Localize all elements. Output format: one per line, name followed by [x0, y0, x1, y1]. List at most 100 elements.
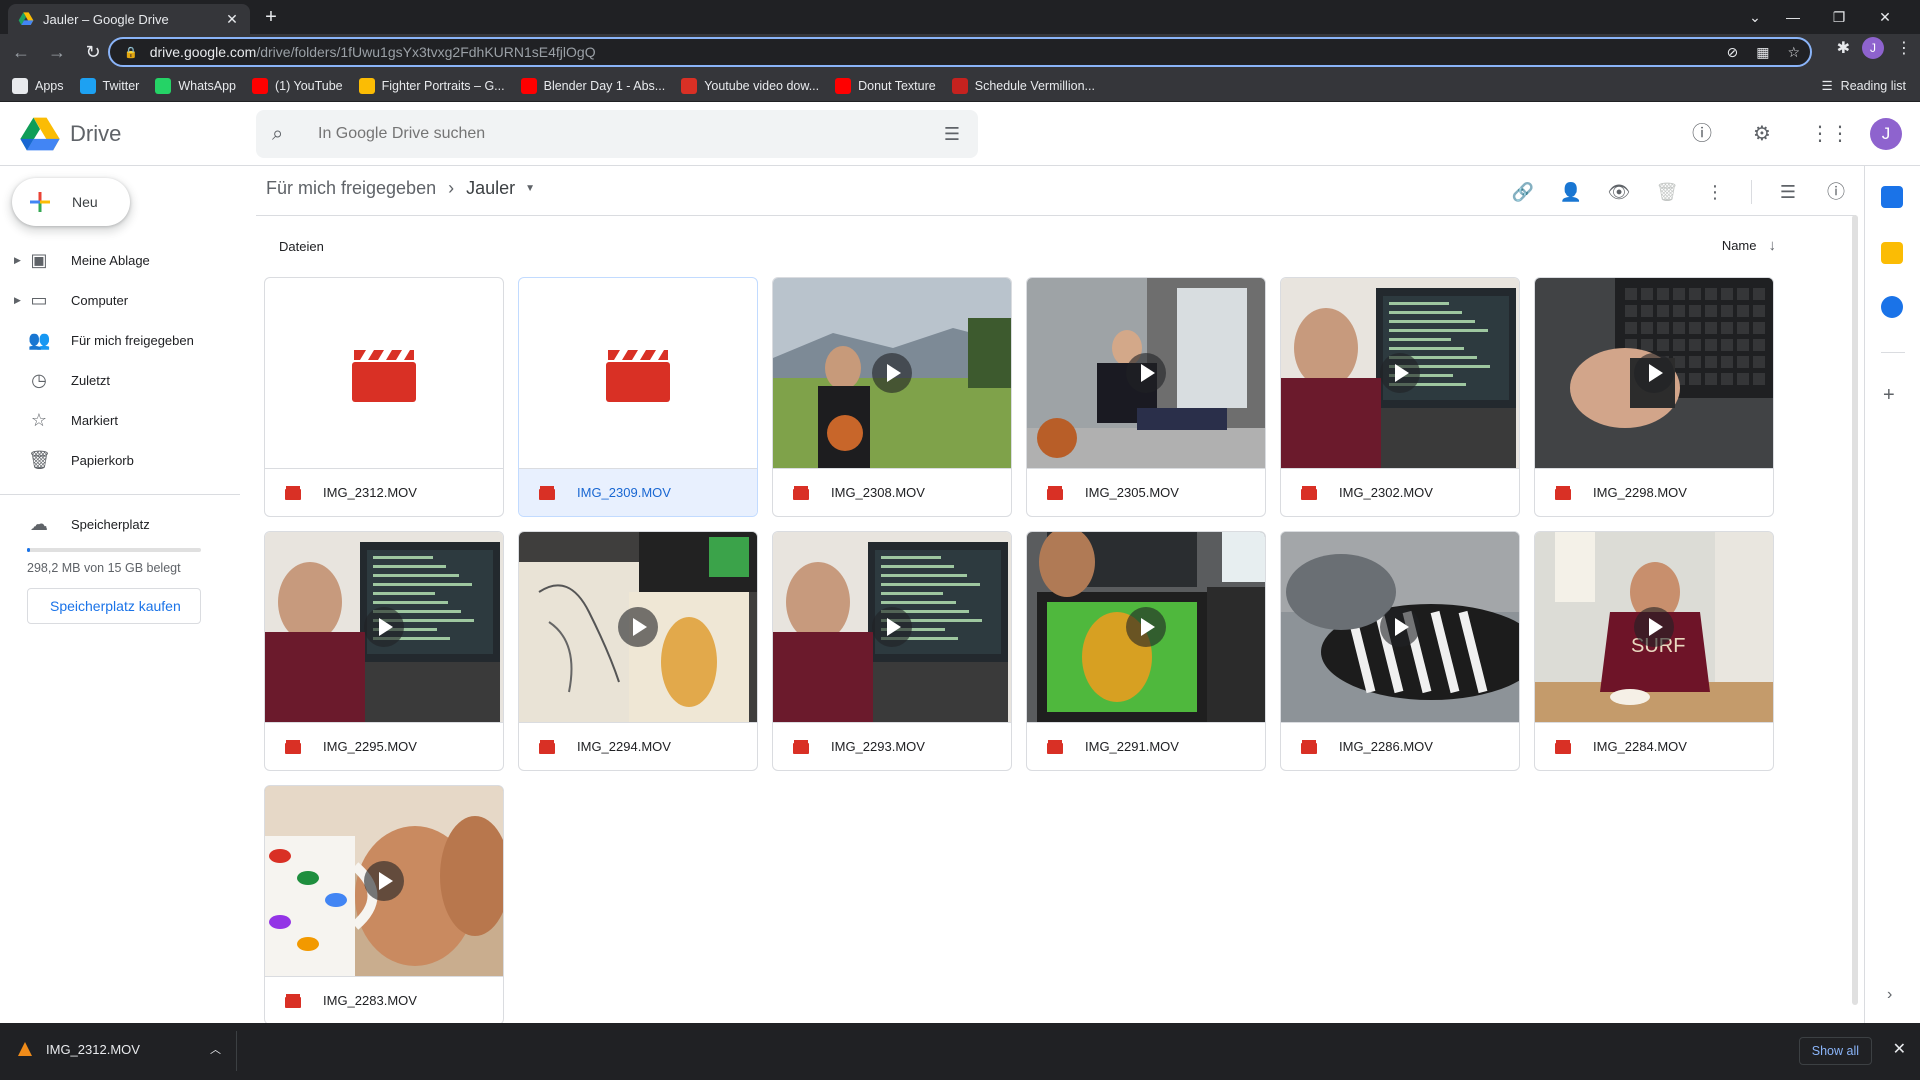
file-thumbnail[interactable]	[1535, 278, 1773, 468]
trash-icon[interactable]: 🗑	[1647, 172, 1687, 212]
file-card[interactable]: IMG_2305.MOV	[1026, 277, 1266, 517]
chevron-up-icon[interactable]: ︿	[210, 1041, 221, 1057]
storage-item[interactable]: ☁ Speicherplatz	[0, 504, 240, 544]
restore-icon[interactable]: ❐	[1816, 0, 1862, 34]
expand-panel-icon[interactable]: ›	[1887, 986, 1892, 1004]
file-thumbnail[interactable]	[519, 532, 757, 722]
keep-icon[interactable]	[1881, 242, 1903, 264]
sort-control[interactable]: Name ↓	[1722, 237, 1776, 254]
play-icon[interactable]	[364, 607, 404, 647]
sidebar-item[interactable]: ▶ ▭ Computer	[0, 280, 240, 320]
show-all-button[interactable]: Show all	[1798, 1037, 1872, 1065]
file-footer[interactable]: IMG_2295.MOV	[265, 722, 503, 770]
file-thumbnail[interactable]	[265, 532, 503, 722]
file-thumbnail[interactable]	[265, 278, 503, 468]
sidebar-item[interactable]: 🗑 Papierkorb	[0, 440, 240, 480]
sidebar-item[interactable]: 👥 Für mich freigegeben	[0, 320, 240, 360]
chrome-menu-icon[interactable]: ⋮	[1896, 38, 1912, 58]
minimize-icon[interactable]: —	[1770, 0, 1816, 34]
lock-icon[interactable]: 🔒	[124, 46, 138, 59]
list-view-icon[interactable]: ☰	[1768, 172, 1808, 212]
new-button[interactable]: Neu	[12, 178, 130, 226]
file-thumbnail[interactable]	[265, 786, 503, 976]
breadcrumb-parent[interactable]: Für mich freigegeben	[266, 178, 436, 199]
file-footer[interactable]: IMG_2293.MOV	[773, 722, 1011, 770]
file-card[interactable]: IMG_2308.MOV	[772, 277, 1012, 517]
bookmark-item[interactable]: Twitter	[79, 77, 139, 94]
reload-icon[interactable]: ↻	[78, 37, 108, 67]
search-icon[interactable]: ⌕	[272, 123, 296, 146]
qr-code-icon[interactable]: ▦	[1756, 44, 1769, 61]
tab-close-icon[interactable]: ✕	[224, 11, 240, 28]
profile-avatar[interactable]: J	[1862, 37, 1884, 59]
play-icon[interactable]	[1126, 607, 1166, 647]
download-bar-close-icon[interactable]: ✕	[1893, 1039, 1906, 1059]
apps-grid-icon[interactable]: ⋮⋮	[1810, 114, 1850, 154]
sidebar-item[interactable]: ▶ ▣ Meine Ablage	[0, 240, 240, 280]
file-card[interactable]: IMG_2294.MOV	[518, 531, 758, 771]
search-input[interactable]	[318, 125, 944, 143]
file-card[interactable]: IMG_2295.MOV	[264, 531, 504, 771]
address-bar[interactable]: 🔒 drive.google.com/drive/folders/1fUwu1g…	[108, 37, 1812, 67]
search-box[interactable]: ⌕ ☰	[256, 110, 978, 158]
tasks-icon[interactable]	[1881, 296, 1903, 318]
chevron-down-icon[interactable]: ▼	[525, 183, 535, 194]
breadcrumb-current[interactable]: Jauler	[466, 178, 515, 199]
file-card[interactable]: IMG_2293.MOV	[772, 531, 1012, 771]
file-footer[interactable]: IMG_2286.MOV	[1281, 722, 1519, 770]
add-addon-icon[interactable]: +	[1883, 384, 1895, 407]
file-footer[interactable]: IMG_2283.MOV	[265, 976, 503, 1023]
bookmark-item[interactable]: Schedule Vermillion...	[951, 77, 1095, 94]
tab-search-icon[interactable]: ⌄	[1740, 0, 1770, 34]
file-card[interactable]: IMG_2302.MOV	[1280, 277, 1520, 517]
window-close-icon[interactable]: ✕	[1862, 0, 1908, 34]
file-footer[interactable]: IMG_2294.MOV	[519, 722, 757, 770]
download-item[interactable]: IMG_2312.MOV ︿	[18, 1041, 221, 1057]
extensions-icon[interactable]: ✱	[1837, 38, 1850, 58]
file-thumbnail[interactable]	[773, 278, 1011, 468]
caret-right-icon[interactable]: ▶	[14, 295, 21, 306]
file-card[interactable]: IMG_2283.MOV	[264, 785, 504, 1023]
file-footer[interactable]: IMG_2298.MOV	[1535, 468, 1773, 516]
play-icon[interactable]	[618, 607, 658, 647]
file-card[interactable]: IMG_2309.MOV	[518, 277, 758, 517]
link-icon[interactable]: 🔗	[1503, 172, 1543, 212]
play-icon[interactable]	[1380, 353, 1420, 393]
bookmark-item[interactable]: Youtube video dow...	[681, 77, 819, 94]
file-card[interactable]: SURF IMG_2284.MOV	[1534, 531, 1774, 771]
file-footer[interactable]: IMG_2291.MOV	[1027, 722, 1265, 770]
buy-storage-button[interactable]: Speicherplatz kaufen	[27, 588, 201, 624]
file-card[interactable]: IMG_2286.MOV	[1280, 531, 1520, 771]
sidebar-item[interactable]: ☆ Markiert	[0, 400, 240, 440]
file-thumbnail[interactable]	[1281, 532, 1519, 722]
drive-logo[interactable]: Drive	[20, 116, 121, 152]
bookmark-item[interactable]: Apps	[12, 77, 64, 94]
file-thumbnail[interactable]	[519, 278, 757, 468]
share-person-icon[interactable]: 👤	[1551, 172, 1591, 212]
calendar-icon[interactable]	[1881, 186, 1903, 208]
file-thumbnail[interactable]	[1027, 278, 1265, 468]
reading-list-button[interactable]: ☰ Reading list	[1821, 78, 1906, 94]
info-icon[interactable]: ⓘ	[1816, 172, 1856, 212]
file-footer[interactable]: IMG_2305.MOV	[1027, 468, 1265, 516]
help-icon[interactable]: ⓘ	[1682, 114, 1722, 154]
more-vert-icon[interactable]: ⋮	[1695, 172, 1735, 212]
bookmark-item[interactable]: WhatsApp	[155, 77, 236, 94]
scrollbar[interactable]	[1852, 215, 1858, 1005]
camera-blocked-icon[interactable]: ⊘	[1726, 44, 1738, 61]
file-card[interactable]: IMG_2298.MOV	[1534, 277, 1774, 517]
sidebar-item[interactable]: ◷ Zuletzt	[0, 360, 240, 400]
play-icon[interactable]	[872, 607, 912, 647]
play-icon[interactable]	[1380, 607, 1420, 647]
file-footer[interactable]: IMG_2302.MOV	[1281, 468, 1519, 516]
bookmark-item[interactable]: Donut Texture	[835, 77, 936, 94]
account-avatar[interactable]: J	[1870, 118, 1902, 150]
bookmark-item[interactable]: (1) YouTube	[251, 77, 343, 94]
file-footer[interactable]: IMG_2308.MOV	[773, 468, 1011, 516]
file-card[interactable]: IMG_2312.MOV	[264, 277, 504, 517]
sort-arrow-icon[interactable]: ↓	[1769, 237, 1777, 254]
play-icon[interactable]	[1126, 353, 1166, 393]
search-options-icon[interactable]: ☰	[944, 124, 960, 145]
bookmark-item[interactable]: Fighter Portraits – G...	[358, 77, 505, 94]
file-footer[interactable]: IMG_2284.MOV	[1535, 722, 1773, 770]
